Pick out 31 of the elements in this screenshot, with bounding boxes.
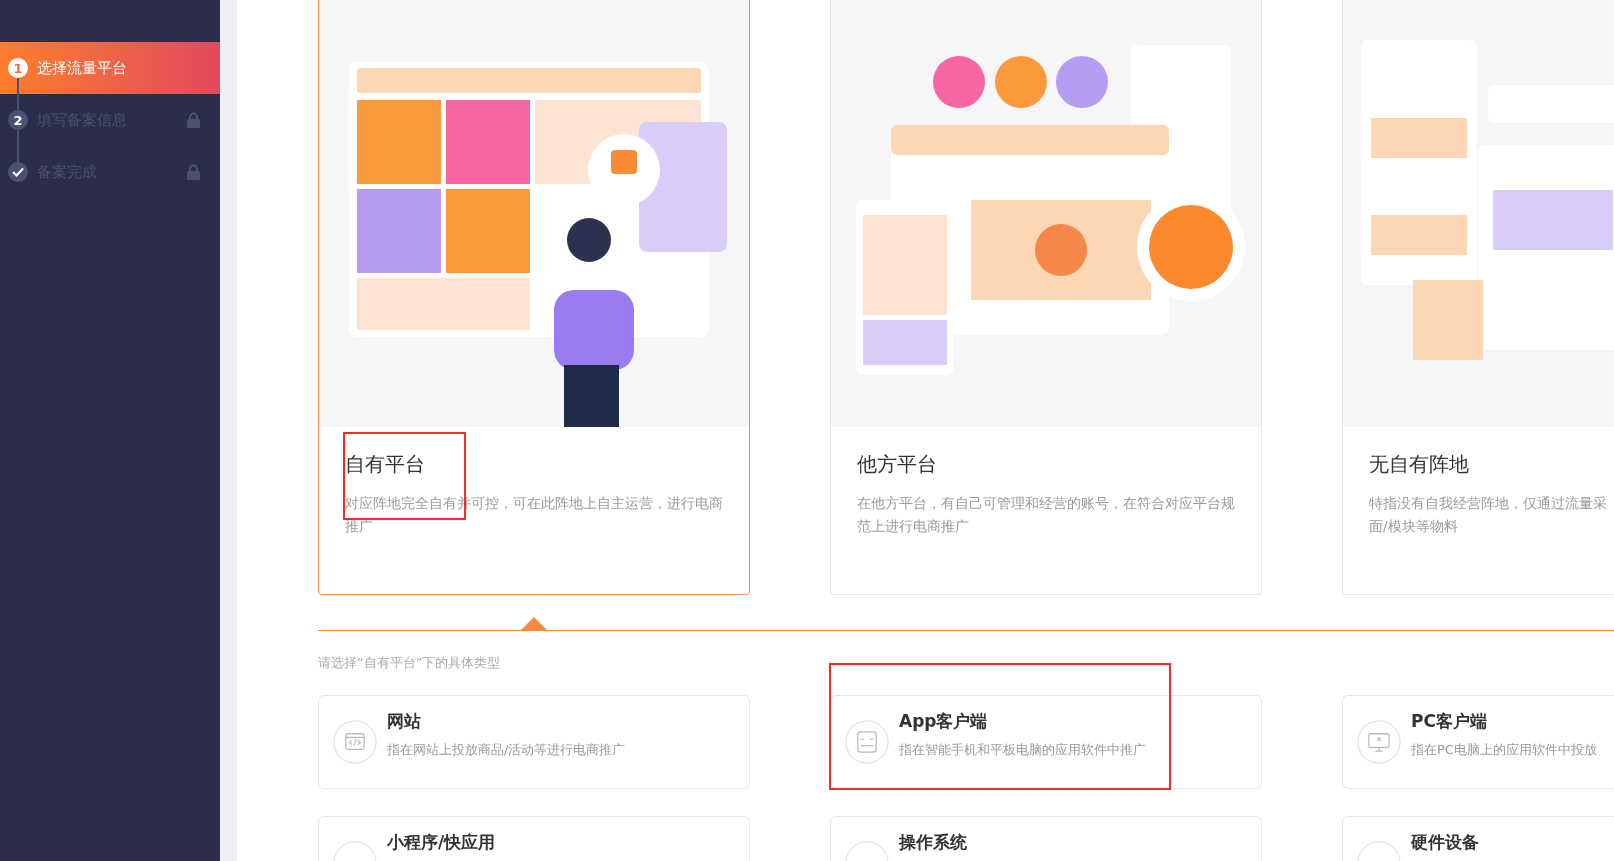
card-description: 在他方平台，有自己可管理和经营的账号，在符合对应平台规 范上进行电商推广	[857, 494, 1236, 536]
option-card[interactable]: PC客户端 指在PC电脑上的应用软件中投放	[1342, 695, 1614, 789]
option-card[interactable]: 硬件设备	[1342, 816, 1614, 861]
option-card[interactable]: 网站 指在网站上投放商品/活动等进行电商推广	[318, 695, 750, 789]
option-title: PC客户端	[1411, 710, 1488, 733]
lock-icon	[187, 164, 200, 180]
card-title: 无自有阵地	[1369, 451, 1470, 478]
option-card[interactable]: 操作系统	[830, 816, 1262, 861]
lock-icon	[187, 112, 200, 128]
step-number-badge: 1	[8, 58, 28, 78]
platform-card[interactable]: 无自有阵地 特指没有自我经营阵地，仅通过流量采 面/模块等物料	[1342, 0, 1614, 595]
app-phone-icon	[845, 720, 889, 764]
card-title: 他方平台	[857, 451, 938, 478]
step-number-badge: 2	[8, 110, 28, 130]
platform-card[interactable]: 他方平台 在他方平台，有自己可管理和经营的账号，在符合对应平台规 范上进行电商推广	[830, 0, 1262, 595]
code-window-icon	[333, 720, 377, 764]
option-title: 操作系统	[899, 831, 967, 854]
option-title: App客户端	[899, 710, 989, 733]
option-title: 硬件设备	[1411, 831, 1479, 854]
option-card[interactable]: 小程序/快应用	[318, 816, 750, 861]
card-description: 特指没有自我经营阵地，仅通过流量采 面/模块等物料	[1369, 494, 1608, 536]
option-description: 指在PC电脑上的应用软件中投放	[1411, 741, 1597, 759]
monitor-icon	[1357, 720, 1401, 764]
card-title: 自有平台	[345, 451, 426, 478]
option-title: 小程序/快应用	[387, 831, 496, 854]
option-title: 网站	[387, 710, 422, 733]
option-card[interactable]: App客户端 指在智能手机和平板电脑的应用软件中推广	[830, 695, 1262, 789]
option-description: 指在智能手机和平板电脑的应用软件中推广	[899, 741, 1146, 759]
check-icon	[8, 162, 28, 182]
hint-text: 请选择“自有平台”下的具体类型	[318, 654, 502, 672]
option-description: 指在网站上投放商品/活动等进行电商推广	[387, 741, 626, 759]
